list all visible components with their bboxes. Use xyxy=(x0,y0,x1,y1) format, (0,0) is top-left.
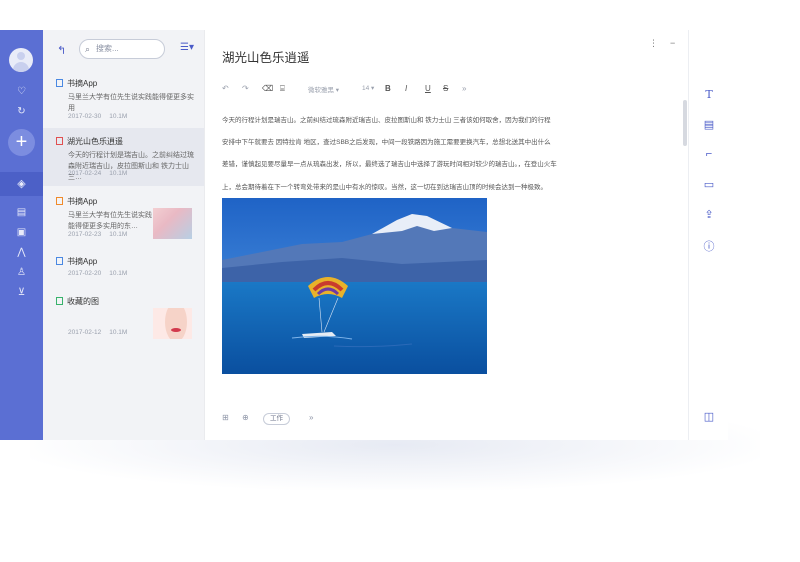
note-snippet: 今天的行程计划是瑞吉山。之前纠结过琉森附近瑞吉山，皮拉图斯山和 铁力士山 三… xyxy=(68,152,194,181)
note-list: ↰ ⌕ 搜索... ☰▾ 书摘App 马里兰大学有位先生说实践能得便更多实用 2… xyxy=(43,30,205,440)
comment-icon[interactable]: ▭ xyxy=(689,178,728,191)
image-icon xyxy=(56,257,63,265)
document-icon xyxy=(56,137,63,145)
body-line: 上，总会期待着在下一个转弯处带来的是山中有水的惊叹。当然，这一切在到达瑞吉山顶的… xyxy=(222,183,547,191)
note-info-icon[interactable]: ▤ xyxy=(689,118,728,131)
return-icon[interactable]: ↰ xyxy=(57,44,66,57)
app-window: ♡ ↻ + ◈ ▤ ▣ ⋀ ♙ ⊻ ↰ ⌕ 搜索... ☰▾ 书摘App 马里兰… xyxy=(0,30,728,440)
strikethrough-button[interactable]: S xyxy=(443,84,448,93)
font-family-value: 微软雅黑 xyxy=(308,87,334,94)
document-icon xyxy=(56,197,63,205)
note-thumbnail xyxy=(153,308,192,339)
panel-toggle-icon[interactable]: ◫ xyxy=(689,410,728,423)
add-note-button[interactable]: + xyxy=(8,129,35,156)
font-size-select[interactable]: 14 ▾ xyxy=(362,84,374,92)
embedded-photo[interactable] xyxy=(222,198,487,374)
note-date: 2017-02-20 xyxy=(68,270,102,277)
crop-icon[interactable]: ⌐ xyxy=(689,148,728,160)
note-date: 2017-02-12 xyxy=(68,329,102,336)
note-snippet: 马里兰大学有位先生说实践能得便更多实用 xyxy=(68,94,194,112)
attachment-icon[interactable]: ⊞ xyxy=(222,413,229,422)
download-icon[interactable]: ⊻ xyxy=(0,286,43,300)
note-title: 书摘App xyxy=(67,79,98,88)
body-line: 今天的行程计划是瑞吉山。之前纠结过琉森附近瑞吉山、皮拉图斯山和 铁力士山 三者该… xyxy=(222,117,551,124)
note-body[interactable]: 今天的行程计划是瑞吉山。之前纠结过琉森附近瑞吉山、皮拉图斯山和 铁力士山 三者该… xyxy=(222,110,592,199)
refresh-icon[interactable]: ↻ xyxy=(0,105,43,119)
add-tag-icon[interactable]: ⊕ xyxy=(242,413,249,422)
note-size: 10.1M xyxy=(109,329,128,336)
share-icon[interactable]: ⋀ xyxy=(0,246,43,260)
footer-more-button[interactable]: » xyxy=(309,413,313,422)
font-family-select[interactable]: 微软雅黑 ▾ xyxy=(308,84,339,94)
bold-button[interactable]: B xyxy=(385,84,391,93)
search-input[interactable]: ⌕ 搜索... xyxy=(79,39,165,59)
list-item[interactable]: 书摘App 马里兰大学有位先生说实践能得便更多实用的东… 2017-02-23 1… xyxy=(43,188,204,248)
left-rail: ♡ ↻ + ◈ ▤ ▣ ⋀ ♙ ⊻ xyxy=(0,30,43,440)
note-size: 10.1M xyxy=(109,113,128,120)
eraser-icon[interactable]: ⌫ xyxy=(262,84,273,93)
share-upload-icon[interactable]: ⇪ xyxy=(689,208,728,221)
list-item[interactable]: 书摘App 2017-02-20 10.1M xyxy=(43,248,204,290)
note-size: 10.1M xyxy=(109,270,128,277)
avatar[interactable] xyxy=(9,48,33,72)
list-item[interactable]: 收藏的图 2017-02-12 10.1M xyxy=(43,288,204,348)
list-topbar: ↰ ⌕ 搜索... ☰▾ xyxy=(43,30,204,70)
editor: 湖光山色乐逍遥 ⋮ − ☐ ✕ ↶ ↷ ⌫ ⌸ 微软雅黑 ▾ 14 ▾ B I … xyxy=(205,30,719,440)
search-icon: ⌕ xyxy=(85,44,91,54)
search-placeholder: 搜索... xyxy=(96,44,119,53)
note-size: 10.1M xyxy=(109,170,128,177)
font-size-value: 14 xyxy=(362,85,370,92)
note-title: 收藏的图 xyxy=(67,297,99,306)
note-title: 湖光山色乐逍遥 xyxy=(67,137,123,146)
undo-icon[interactable]: ↶ xyxy=(222,84,229,93)
tag-chip[interactable]: 工作 xyxy=(263,413,290,425)
note-title: 书摘App xyxy=(67,257,98,266)
format-painter-icon[interactable]: ⌸ xyxy=(280,84,285,94)
layers-icon[interactable]: ◈ xyxy=(0,177,43,191)
list-item-selected[interactable]: 湖光山色乐逍遥 今天的行程计划是瑞吉山。之前纠结过琉森附近瑞吉山，皮拉图斯山和 … xyxy=(43,128,204,186)
right-tool-rail: T ▤ ⌐ ▭ ⇪ ⓘ ◫ xyxy=(688,30,728,440)
info-icon[interactable]: ⓘ xyxy=(689,238,728,254)
editor-scrollbar[interactable] xyxy=(683,100,687,146)
redo-icon[interactable]: ↷ xyxy=(242,84,249,93)
body-line: 差错，谨慎起见要尽量早一点从琉森出发，所以，最终选了瑞吉山中选择了游玩时间相对较… xyxy=(222,161,557,169)
note-snippet: 马里兰大学有位先生说实践能得便更多实用的东… xyxy=(68,212,152,230)
note-date: 2017-02-23 xyxy=(68,231,102,238)
list-item[interactable]: 书摘App 马里兰大学有位先生说实践能得便更多实用 2017-02-30 10.1… xyxy=(43,70,204,127)
users-icon[interactable]: ♙ xyxy=(0,266,43,280)
body-line: 安排中下午就要去 因特拉肯 地区，查过SBB之后发现，中间一段铁路因为施工需要更… xyxy=(222,139,551,147)
italic-button[interactable]: I xyxy=(405,84,407,93)
text-format-icon[interactable]: T xyxy=(689,88,728,101)
list-view-icon[interactable]: ☰▾ xyxy=(180,42,194,53)
clipboard-icon[interactable]: ▣ xyxy=(0,226,43,240)
note-date: 2017-02-24 xyxy=(68,170,102,177)
note-date: 2017-02-30 xyxy=(68,113,102,120)
document-icon xyxy=(56,79,63,87)
notebook-icon[interactable]: ▤ xyxy=(0,206,43,220)
note-size: 10.1M xyxy=(109,231,128,238)
heart-icon[interactable]: ♡ xyxy=(0,85,43,99)
image-icon xyxy=(56,297,63,305)
note-title: 书摘App xyxy=(67,197,98,206)
more-menu-icon[interactable]: ⋮ xyxy=(649,38,658,49)
underline-button[interactable]: U xyxy=(425,84,431,93)
minimize-icon[interactable]: − xyxy=(670,38,675,48)
note-thumbnail xyxy=(153,208,192,239)
toolbar-more-button[interactable]: » xyxy=(462,84,466,93)
note-title-heading[interactable]: 湖光山色乐逍遥 xyxy=(222,47,310,66)
